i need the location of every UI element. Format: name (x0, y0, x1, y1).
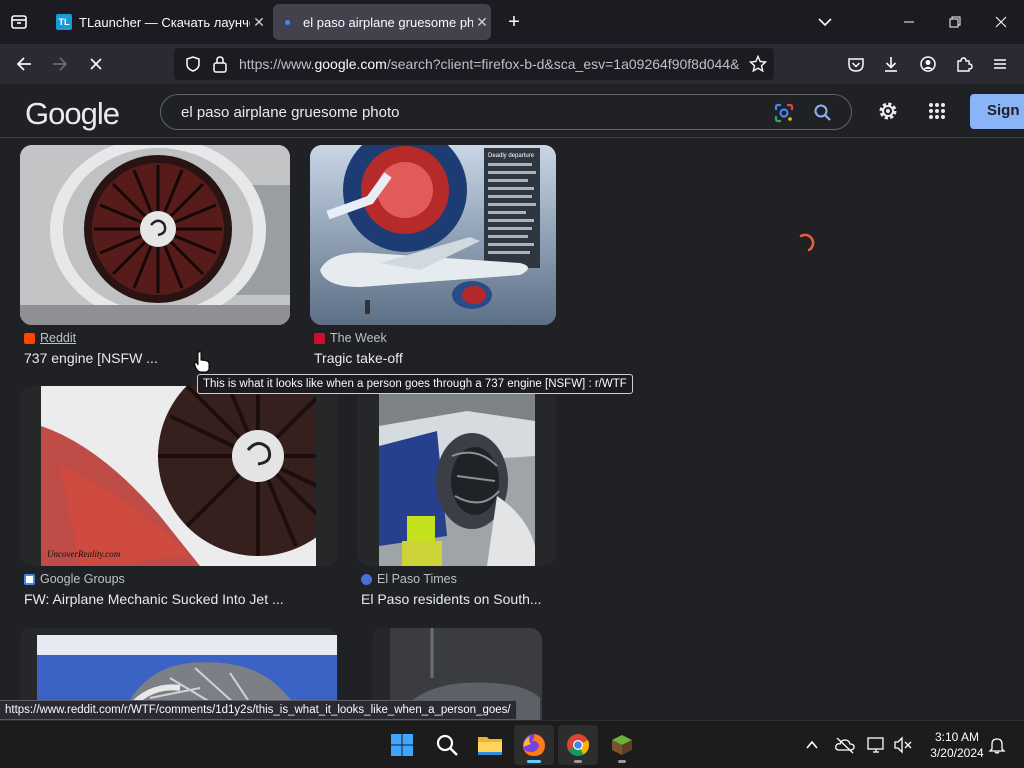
tlauncher-favicon-icon: TL (56, 14, 72, 30)
result-title[interactable]: 737 engine [NSFW ... (24, 350, 158, 366)
taskbar-search-icon[interactable] (427, 725, 467, 765)
pocket-icon[interactable] (840, 48, 872, 80)
new-tab-button[interactable]: + (502, 10, 526, 34)
image-result-card[interactable]: Reddit 737 engine [NSFW ... (20, 145, 290, 375)
sign-in-button[interactable]: Sign i (970, 94, 1024, 129)
tab-title: el paso airplane gruesome photo (303, 14, 473, 30)
result-thumbnail-engine[interactable] (20, 145, 290, 325)
notification-bell-icon[interactable] (988, 736, 1006, 759)
url-path: /search?client=firefox-b-d&sca_esv=1a092… (386, 56, 739, 72)
loading-spinner-icon (795, 233, 815, 258)
network-monitor-icon[interactable] (867, 736, 887, 759)
tab-title: TLauncher — Скачать лаунчер (79, 14, 250, 30)
result-title[interactable]: Tragic take-off (314, 350, 403, 366)
image-result-card[interactable]: Deadly departure The Week Tragic take-of… (310, 145, 556, 375)
reddit-favicon-icon (24, 332, 35, 344)
windows-taskbar: 3:10 AM 3/20/2024 (0, 720, 1024, 768)
address-bar[interactable]: https://www.google.com/search?client=fir… (174, 48, 774, 80)
restore-window-button[interactable] (932, 0, 978, 44)
chrome-taskbar-icon[interactable] (558, 725, 598, 765)
close-tab-icon[interactable]: ✕ (473, 14, 491, 31)
google-apps-grid-icon[interactable] (928, 102, 946, 125)
running-indicator (574, 760, 582, 763)
volume-muted-icon[interactable] (893, 736, 913, 759)
search-magnifier-icon[interactable] (813, 103, 833, 128)
infographic-title: Deadly departure (488, 153, 535, 159)
minecraft-launcher-icon[interactable] (602, 725, 642, 765)
result-title[interactable]: El Paso residents on South... (361, 591, 542, 607)
clock-date: 3/20/2024 (930, 746, 984, 760)
minimize-window-button[interactable] (886, 0, 932, 44)
loading-dot-icon (279, 19, 295, 25)
bookmark-star-icon[interactable] (748, 54, 768, 78)
tab-list-icon[interactable] (8, 12, 30, 32)
settings-gear-icon[interactable] (876, 99, 900, 128)
image-result-card[interactable]: El Paso Times El Paso residents on South… (357, 386, 556, 616)
source-name: The Week (330, 331, 387, 345)
search-input[interactable]: el paso airplane gruesome photo (181, 104, 399, 121)
result-title[interactable]: FW: Airplane Mechanic Sucked Into Jet ..… (24, 591, 284, 607)
google-header: Google el paso airplane gruesome photo S… (0, 84, 1024, 138)
onedrive-cloud-icon[interactable] (835, 736, 855, 759)
url-domain: google.com (314, 56, 387, 72)
clock-time: 3:10 AM (934, 730, 980, 744)
lock-icon[interactable] (212, 55, 228, 78)
result-thumbnail-tragic-takeoff[interactable]: Deadly departure (310, 145, 556, 325)
list-all-tabs-chevron-icon[interactable] (814, 12, 836, 32)
show-hidden-icons-chevron-icon[interactable] (804, 737, 820, 758)
running-indicator (618, 760, 626, 763)
forward-button[interactable] (44, 48, 76, 80)
result-source[interactable]: El Paso Times (361, 572, 457, 586)
app-menu-hamburger-icon[interactable] (984, 48, 1016, 80)
tab-tlauncher[interactable]: TL TLauncher — Скачать лаунчер ✕ (46, 4, 268, 40)
image-result-card[interactable]: UncoverReality.com Google Groups FW: Air… (20, 386, 338, 616)
google-logo[interactable]: Google (25, 96, 120, 132)
account-icon[interactable] (912, 48, 944, 80)
result-source[interactable]: Reddit (24, 331, 76, 345)
source-name: Google Groups (40, 572, 125, 586)
link-tooltip: This is what it looks like when a person… (197, 374, 633, 394)
tab-google-search[interactable]: el paso airplane gruesome photo ✕ (273, 4, 491, 40)
navigation-toolbar: https://www.google.com/search?client=fir… (0, 44, 1024, 84)
stop-loading-button[interactable] (80, 48, 112, 80)
url-text[interactable]: https://www.google.com/search?client=fir… (239, 56, 739, 72)
link-status-bar: https://www.reddit.com/r/WTF/comments/1d… (0, 700, 517, 720)
running-indicator (527, 760, 541, 763)
result-thumbnail-southwest-engine[interactable] (357, 386, 556, 566)
back-button[interactable] (8, 48, 40, 80)
close-window-button[interactable] (978, 0, 1024, 44)
result-source[interactable]: Google Groups (24, 572, 125, 586)
el-paso-times-favicon-icon (361, 573, 372, 585)
source-name: El Paso Times (377, 572, 457, 586)
google-groups-favicon-icon (24, 573, 35, 585)
url-prefix: https://www. (239, 56, 315, 72)
downloads-icon[interactable] (875, 48, 907, 80)
start-button[interactable] (382, 725, 422, 765)
image-results-grid: Reddit 737 engine [NSFW ... Deadly depar… (0, 138, 1024, 720)
google-lens-icon[interactable] (773, 102, 795, 129)
extensions-puzzle-icon[interactable] (948, 48, 980, 80)
the-week-favicon-icon (314, 332, 325, 344)
browser-tab-bar: TL TLauncher — Скачать лаунчер ✕ el paso… (0, 0, 1024, 44)
mouse-pointer-hand-icon (193, 351, 210, 378)
firefox-taskbar-icon[interactable] (514, 725, 554, 765)
close-tab-icon[interactable]: ✕ (250, 14, 268, 31)
source-name: Reddit (40, 331, 77, 345)
search-box[interactable]: el paso airplane gruesome photo (160, 94, 852, 130)
result-source[interactable]: The Week (314, 331, 387, 345)
file-explorer-icon[interactable] (470, 725, 510, 765)
tracking-protection-shield-icon[interactable] (184, 55, 202, 78)
system-clock[interactable]: 3:10 AM 3/20/2024 (922, 729, 992, 761)
thumbnail-watermark: UncoverReality.com (47, 549, 121, 559)
result-thumbnail-mechanic[interactable]: UncoverReality.com (20, 386, 338, 566)
